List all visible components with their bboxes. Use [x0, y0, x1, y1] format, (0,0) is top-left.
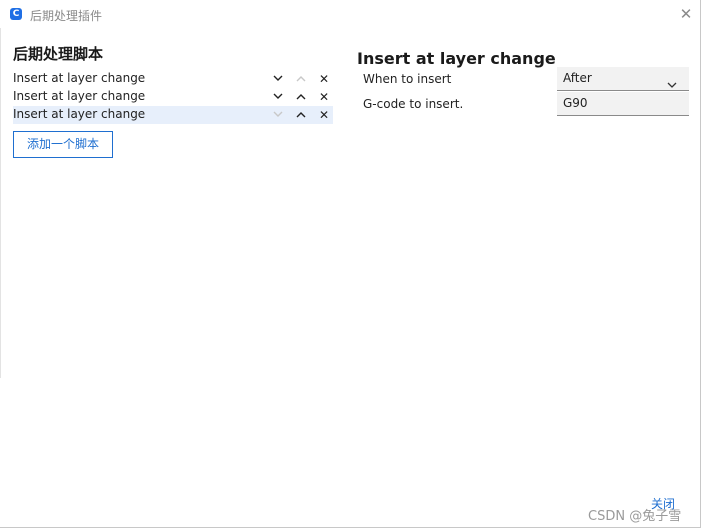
- move-down-icon[interactable]: [270, 70, 286, 88]
- script-list-item[interactable]: Insert at layer change ✕: [13, 70, 333, 88]
- gcode-input[interactable]: G90: [557, 92, 689, 116]
- move-down-icon[interactable]: [270, 88, 286, 106]
- add-script-button[interactable]: 添加一个脚本: [13, 131, 113, 158]
- gcode-label: G-code to insert.: [363, 97, 464, 111]
- delete-icon[interactable]: ✕: [316, 70, 332, 88]
- when-to-insert-value: After: [563, 71, 592, 85]
- when-to-insert-label: When to insert: [363, 72, 452, 86]
- script-list-item-selected[interactable]: Insert at layer change ✕: [13, 106, 333, 124]
- script-item-label: Insert at layer change: [13, 71, 146, 85]
- move-up-icon: [293, 70, 309, 88]
- move-up-icon[interactable]: [293, 88, 309, 106]
- when-to-insert-select[interactable]: After: [557, 67, 689, 91]
- window-edge: [0, 28, 1, 378]
- delete-icon[interactable]: ✕: [316, 106, 332, 124]
- script-item-label: Insert at layer change: [13, 107, 146, 121]
- dialog-window: C 后期处理插件 ✕ 后期处理脚本 Insert at layer change…: [0, 0, 701, 528]
- window-title: 后期处理插件: [30, 9, 103, 23]
- gcode-value: G90: [563, 96, 588, 110]
- title-bar[interactable]: C 后期处理插件 ✕: [0, 0, 700, 28]
- chevron-down-icon: [667, 74, 677, 93]
- watermark: CSDN @兔子雪: [588, 509, 682, 524]
- move-up-icon[interactable]: [293, 106, 309, 124]
- delete-icon[interactable]: ✕: [316, 88, 332, 106]
- script-item-label: Insert at layer change: [13, 89, 146, 103]
- window-close-icon[interactable]: ✕: [678, 6, 694, 22]
- script-list-item[interactable]: Insert at layer change ✕: [13, 88, 333, 106]
- move-down-icon: [270, 106, 286, 124]
- scripts-heading: 后期处理脚本: [13, 45, 104, 63]
- detail-title: Insert at layer change: [357, 49, 556, 68]
- app-logo-icon: C: [10, 8, 22, 20]
